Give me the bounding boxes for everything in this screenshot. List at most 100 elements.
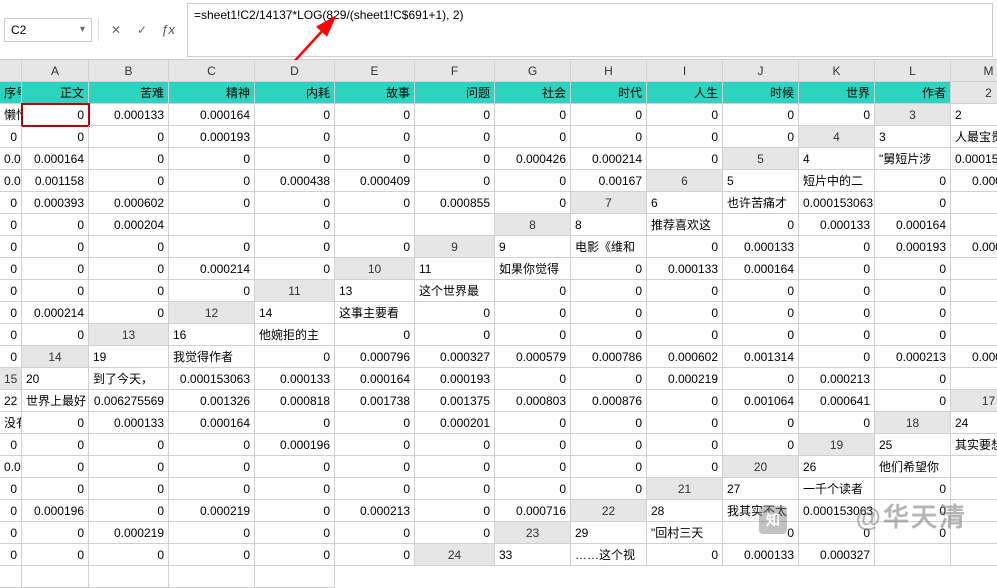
- cell-A5[interactable]: 4: [799, 148, 875, 170]
- row-header-2[interactable]: 2: [951, 82, 997, 104]
- row-header-11[interactable]: 11: [255, 280, 335, 302]
- cell-H3[interactable]: 0: [335, 126, 415, 148]
- header-cell-J[interactable]: 人生: [647, 82, 723, 104]
- cell-D13[interactable]: 0: [415, 324, 495, 346]
- cell-D14[interactable]: 0.000796: [335, 346, 415, 368]
- cell-L17[interactable]: 0: [723, 412, 799, 434]
- col-header-B[interactable]: B: [89, 60, 169, 82]
- cell-G15[interactable]: 0: [495, 368, 571, 390]
- cell-H16[interactable]: 0.000803: [495, 390, 571, 412]
- cell-D17[interactable]: 0.000133: [89, 412, 169, 434]
- cell-K23[interactable]: 0: [169, 544, 255, 566]
- cell-I24[interactable]: [0, 566, 22, 588]
- cell-F3[interactable]: 0.000193: [169, 126, 255, 148]
- cell-C9[interactable]: 0: [647, 236, 723, 258]
- cell-G2[interactable]: 0: [335, 104, 415, 126]
- cell-I17[interactable]: 0: [495, 412, 571, 434]
- header-cell-C[interactable]: 苦难: [89, 82, 169, 104]
- cell-B5[interactable]: "舅短片涉: [875, 148, 951, 170]
- cell-M16[interactable]: 0: [875, 390, 951, 412]
- cell-L23[interactable]: 0: [255, 544, 335, 566]
- cell-F24[interactable]: [875, 544, 951, 566]
- cell-F15[interactable]: 0.000193: [415, 368, 495, 390]
- cell-H6[interactable]: 0.000602: [89, 192, 169, 214]
- cell-B4[interactable]: 人最宝贵的: [951, 126, 997, 148]
- cell-L19[interactable]: 0: [571, 456, 647, 478]
- cell-L5[interactable]: 0: [495, 170, 571, 192]
- cell-M21[interactable]: 0.000716: [495, 500, 571, 522]
- cell-H21[interactable]: 0: [89, 500, 169, 522]
- cell-J9[interactable]: 0: [22, 258, 89, 280]
- cell-J13[interactable]: 0: [875, 324, 951, 346]
- header-cell-K[interactable]: 时候: [723, 82, 799, 104]
- cell-E17[interactable]: 0.000164: [169, 412, 255, 434]
- cell-E3[interactable]: 0: [89, 126, 169, 148]
- cell-A3[interactable]: 2: [951, 104, 997, 126]
- cell-A10[interactable]: 11: [415, 258, 495, 280]
- cell-F16[interactable]: 0.001738: [335, 390, 415, 412]
- cell-E22[interactable]: 0: [951, 500, 997, 522]
- cell-B24[interactable]: ……这个视: [571, 544, 647, 566]
- cell-D6[interactable]: 0.000265: [951, 170, 997, 192]
- cell-G22[interactable]: 0: [0, 522, 22, 544]
- cell-F4[interactable]: 0: [89, 148, 169, 170]
- cell-E9[interactable]: 0: [799, 236, 875, 258]
- header-cell-A[interactable]: 序号: [0, 82, 22, 104]
- row-header-4[interactable]: 4: [799, 126, 875, 148]
- cell-M9[interactable]: 0: [255, 258, 335, 280]
- cell-M8[interactable]: 0: [335, 236, 415, 258]
- cell-J17[interactable]: 0: [571, 412, 647, 434]
- cell-C5[interactable]: 0.000153063: [951, 148, 997, 170]
- cell-A12[interactable]: 14: [255, 302, 335, 324]
- header-cell-B[interactable]: 正文: [22, 82, 89, 104]
- cell-J20[interactable]: 0: [335, 478, 415, 500]
- cell-E23[interactable]: 0: [875, 522, 951, 544]
- cell-F6[interactable]: 0: [0, 192, 22, 214]
- cell-J8[interactable]: 0: [89, 236, 169, 258]
- cell-M11[interactable]: 0: [89, 302, 169, 324]
- cell-F13[interactable]: 0: [571, 324, 647, 346]
- cell-D21[interactable]: 0: [951, 478, 997, 500]
- cell-K2[interactable]: 0: [647, 104, 723, 126]
- col-header-J[interactable]: J: [723, 60, 799, 82]
- cell-C15[interactable]: 0.000153063: [169, 368, 255, 390]
- cell-J3[interactable]: 0: [495, 126, 571, 148]
- cell-G13[interactable]: 0: [647, 324, 723, 346]
- cell-L16[interactable]: 0.000641: [799, 390, 875, 412]
- cell-D9[interactable]: 0.000133: [723, 236, 799, 258]
- cell-K11[interactable]: 0: [0, 302, 22, 324]
- fx-icon[interactable]: ƒx: [157, 19, 179, 41]
- cell-D7[interactable]: 0: [875, 192, 951, 214]
- cell-M12[interactable]: 0: [22, 324, 89, 346]
- cell-G11[interactable]: 0: [799, 280, 875, 302]
- cell-F5[interactable]: 0.001158: [22, 170, 89, 192]
- cell-K14[interactable]: 0.000213: [875, 346, 951, 368]
- col-header-A[interactable]: A: [22, 60, 89, 82]
- cell-G3[interactable]: 0: [255, 126, 335, 148]
- row-header-8[interactable]: 8: [495, 214, 571, 236]
- select-all-corner[interactable]: [0, 60, 22, 82]
- header-cell-H[interactable]: 社会: [495, 82, 571, 104]
- cell-M19[interactable]: 0: [647, 456, 723, 478]
- cell-J10[interactable]: 0: [0, 280, 22, 302]
- formula-input[interactable]: =sheet1!C2/14137*LOG(829/(sheet1!C$691+1…: [187, 3, 993, 57]
- cell-L20[interactable]: 0: [495, 478, 571, 500]
- cell-M5[interactable]: 0.00167: [571, 170, 647, 192]
- cell-D24[interactable]: 0.000133: [723, 544, 799, 566]
- cell-B12[interactable]: 这事主要看: [335, 302, 415, 324]
- cell-F11[interactable]: 0: [723, 280, 799, 302]
- accept-icon[interactable]: ✓: [131, 19, 153, 41]
- cell-A22[interactable]: 28: [647, 500, 723, 522]
- col-header-I[interactable]: I: [647, 60, 723, 82]
- cell-M22[interactable]: 0: [415, 522, 495, 544]
- cell-K15[interactable]: 0.000213: [799, 368, 875, 390]
- cell-E2[interactable]: 0.000164: [169, 104, 255, 126]
- cell-J24[interactable]: [22, 566, 89, 588]
- cell-B14[interactable]: 我觉得作者: [169, 346, 255, 368]
- cell-I6[interactable]: 0: [169, 192, 255, 214]
- cell-M24[interactable]: [255, 566, 335, 588]
- cell-B16[interactable]: 世界上最好: [22, 390, 89, 412]
- cell-M6[interactable]: 0: [495, 192, 571, 214]
- cell-E11[interactable]: 0: [647, 280, 723, 302]
- cell-K17[interactable]: 0: [647, 412, 723, 434]
